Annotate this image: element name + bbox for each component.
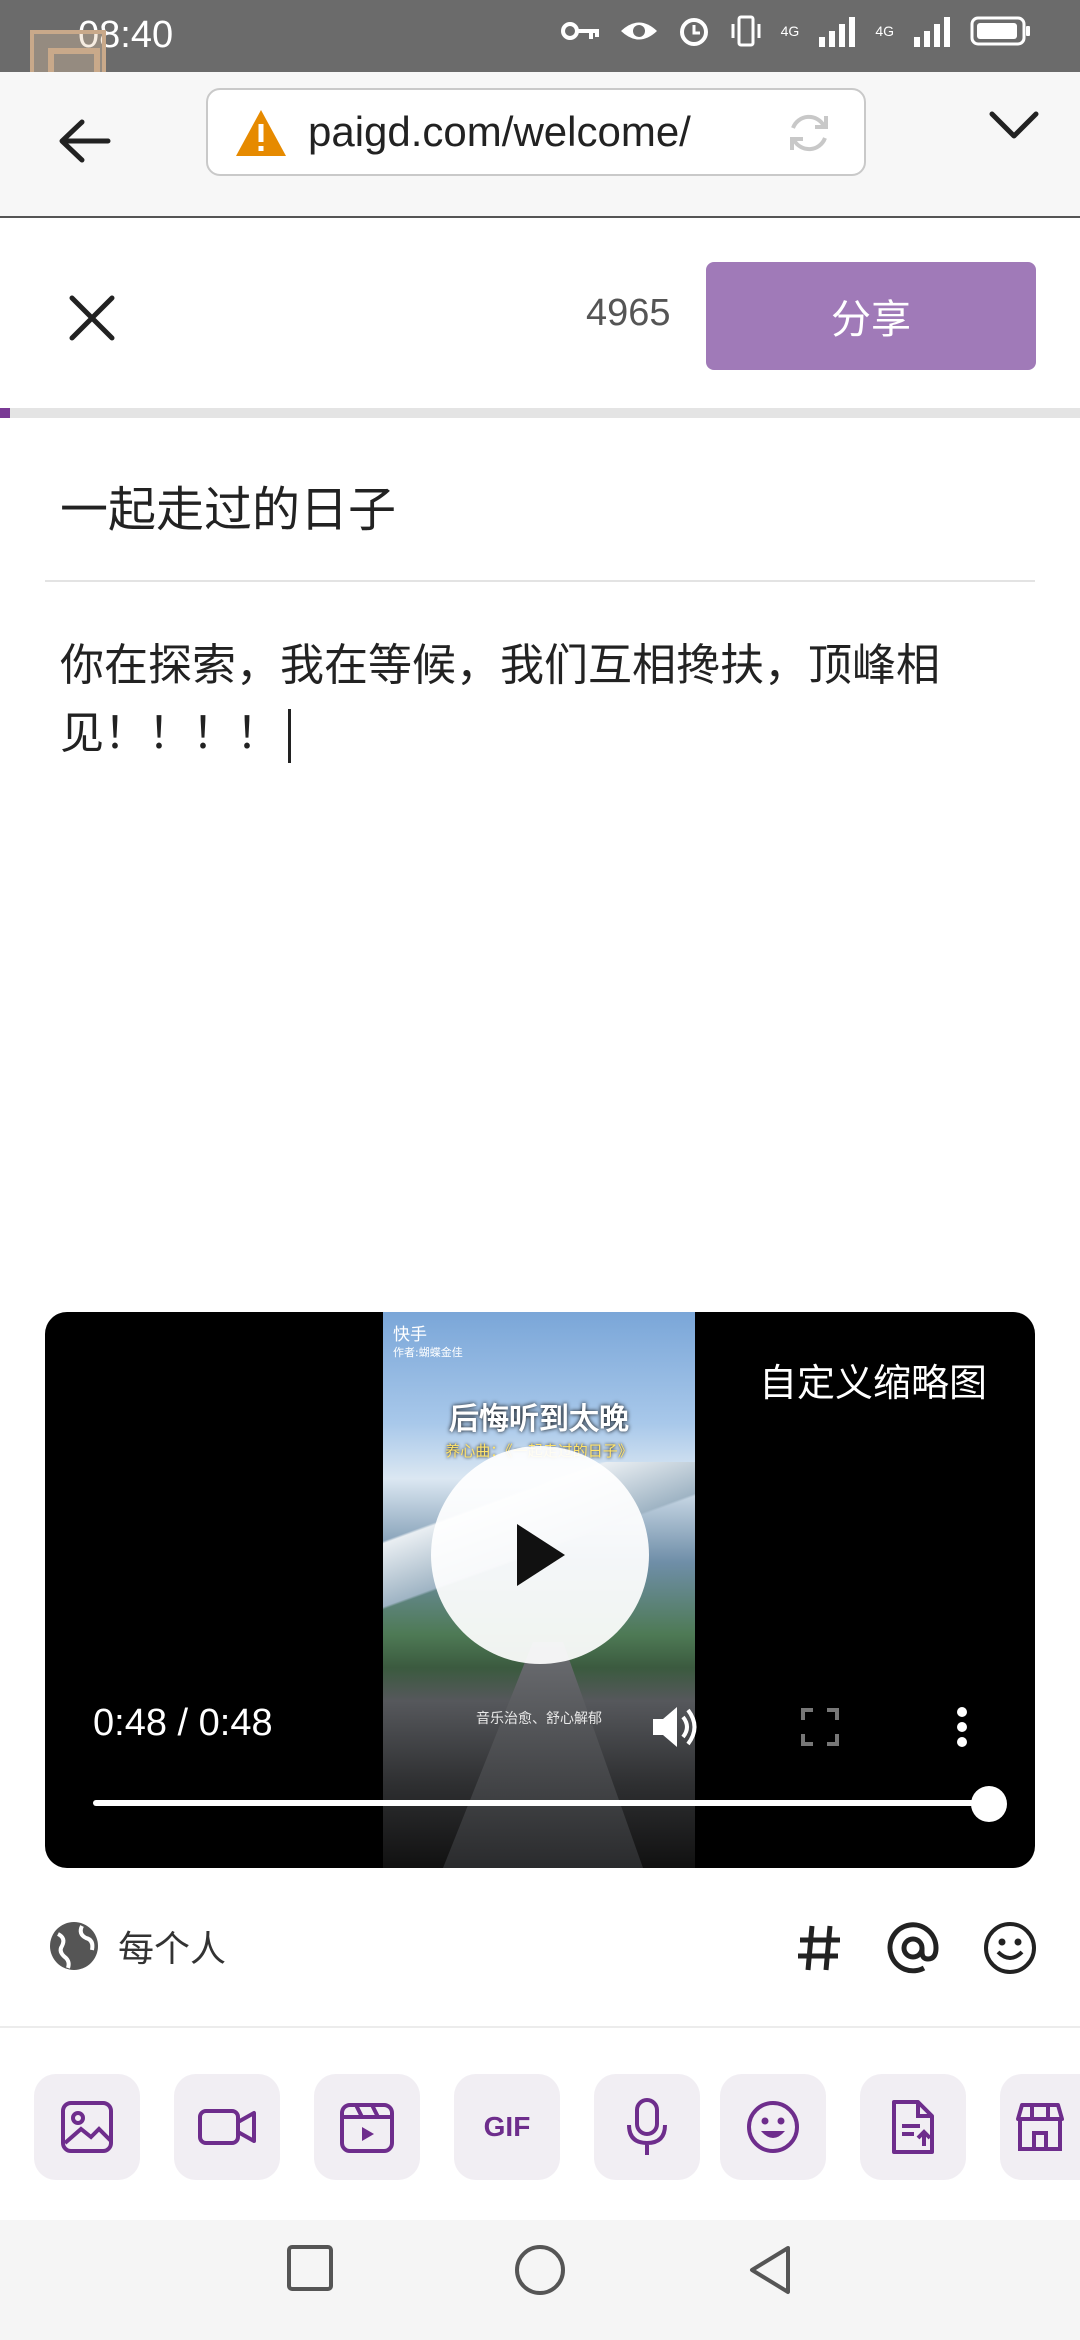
seek-bar[interactable] (93, 1800, 993, 1806)
add-product-button[interactable] (1000, 2074, 1080, 2180)
network-label-2: 4G (875, 23, 894, 39)
vibrate-icon (731, 15, 761, 47)
custom-thumbnail-button[interactable]: 自定义缩略图 (759, 1352, 987, 1407)
file-upload-icon (892, 2100, 934, 2154)
microphone-icon (627, 2098, 667, 2155)
video-time: 0:48 / 0:48 (93, 1702, 273, 1744)
system-navigation-bar (0, 2220, 1080, 2340)
warning-icon[interactable] (234, 108, 288, 158)
text-cursor (288, 709, 291, 763)
hashtag-icon[interactable] (796, 1922, 844, 1974)
sticker-icon (747, 2101, 799, 2153)
add-gif-button[interactable]: GIF (454, 2074, 560, 2180)
volume-icon[interactable] (649, 1704, 699, 1750)
alarm-icon (679, 18, 708, 46)
compose-progress-bar (0, 408, 1080, 418)
play-button[interactable] (431, 1446, 649, 1664)
compose-progress-fill (0, 408, 10, 418)
audience-selector[interactable]: 每个人 (48, 1920, 226, 1972)
audience-label: 每个人 (118, 1929, 227, 1970)
url-field[interactable]: paigd.com/welcome/ (206, 88, 866, 176)
post-title-input[interactable]: 一起走过的日子 (60, 470, 396, 540)
insert-actions (796, 1920, 1038, 1976)
network-label-1: 4G (780, 23, 800, 39)
title-divider (45, 580, 1035, 582)
attachment-toolbar: GIF (0, 2028, 1080, 2220)
record-audio-button[interactable] (594, 2074, 700, 2180)
video-camera-icon (198, 2109, 256, 2145)
signal-icon-2 (914, 17, 950, 47)
url-text[interactable]: paigd.com/welcome/ (308, 108, 691, 156)
video-player[interactable]: 快手 作者:蝴蝶金佳 后悔听到太晚 养心曲：《一起走过的日子》 音乐治愈、舒心解… (45, 1312, 1035, 1868)
add-video-button[interactable] (174, 2074, 280, 2180)
thumbnail-logo: 快手 (393, 1325, 427, 1345)
back-arrow-icon[interactable] (50, 106, 120, 176)
status-bar: 08:40 4G 4G (0, 0, 1080, 106)
more-options-icon[interactable] (955, 1706, 969, 1748)
globe-icon (50, 1922, 98, 1970)
add-sticker-button[interactable] (720, 2074, 826, 2180)
close-icon[interactable] (62, 288, 122, 348)
status-icons: 4G 4G (560, 14, 1032, 48)
key-icon (560, 22, 599, 40)
upload-file-button[interactable] (860, 2074, 966, 2180)
thumbnail-author: 作者:蝴蝶金佳 (393, 1346, 463, 1359)
thumbnail-headline: 后悔听到太晚 (449, 1402, 629, 1437)
fullscreen-icon[interactable] (801, 1708, 839, 1746)
character-count: 4965 (586, 292, 671, 334)
seek-handle[interactable] (971, 1786, 1007, 1822)
share-button[interactable]: 分享 (706, 262, 1036, 370)
back-nav-icon[interactable] (744, 2242, 796, 2298)
battery-icon (970, 16, 1030, 46)
compose-header: 4965 分享 (0, 218, 1080, 408)
clapperboard-icon (340, 2103, 394, 2153)
emoji-icon[interactable] (982, 1920, 1038, 1976)
thumbnail-road (443, 1642, 643, 1868)
browser-toolbar: paigd.com/welcome/ (0, 72, 1080, 218)
post-body-input[interactable]: 你在探索，我在等候，我们互相搀扶，顶峰相见！！！！ (60, 632, 990, 768)
signal-icon-1 (819, 17, 856, 47)
mention-icon[interactable] (886, 1921, 940, 1975)
add-image-button[interactable] (34, 2074, 140, 2180)
add-clip-button[interactable] (314, 2074, 420, 2180)
recent-apps-icon[interactable] (284, 2242, 336, 2294)
reload-icon[interactable] (784, 108, 834, 158)
chevron-down-icon[interactable] (988, 108, 1040, 142)
store-icon (1016, 2103, 1064, 2151)
home-icon[interactable] (512, 2242, 568, 2298)
post-body-text: 你在探索，我在等候，我们互相搀扶，顶峰相见！！！！ (60, 640, 940, 759)
gif-icon: GIF (483, 2111, 531, 2142)
eye-icon (620, 22, 657, 40)
play-icon (517, 1524, 565, 1586)
image-icon (61, 2101, 113, 2153)
